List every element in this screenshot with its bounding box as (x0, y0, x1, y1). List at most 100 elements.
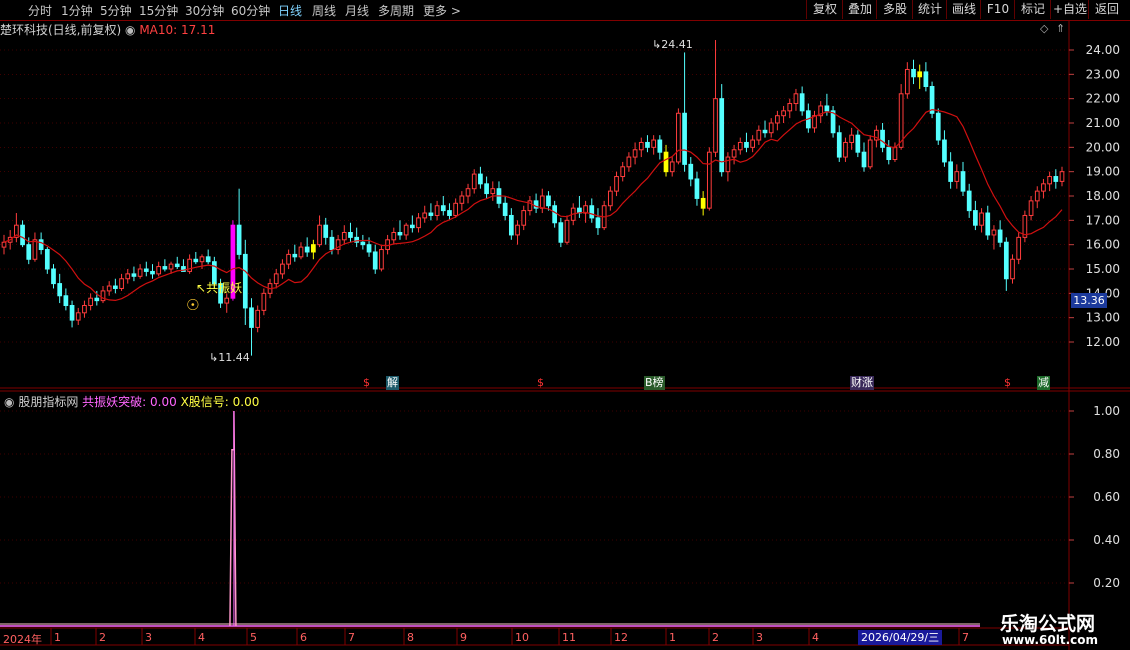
x-axis-month-label: 7 (962, 631, 969, 644)
x-axis-month-label: 3 (756, 631, 763, 644)
candle-body (1047, 176, 1052, 185)
candle-body (280, 263, 285, 275)
candle-body (162, 266, 168, 270)
candle-body (236, 224, 242, 255)
y-tick-label: 19.00 (1086, 165, 1120, 179)
y-tick-label: 0.80 (1093, 447, 1120, 461)
candle-body (960, 171, 966, 192)
candle-body (1028, 200, 1034, 216)
candle-body (311, 244, 316, 253)
candle-body (843, 141, 848, 158)
event-marker-dividend[interactable]: $ (537, 376, 544, 390)
low-price-value: 11.44 (218, 351, 250, 364)
candle-body (341, 232, 347, 241)
candle-body (824, 105, 830, 112)
candle-body (273, 273, 279, 285)
low-price-label: ↳11.44 (209, 351, 250, 364)
candle-body (286, 253, 291, 265)
x-axis-month-label: 8 (407, 631, 414, 644)
candle-body (255, 309, 261, 328)
candles (1, 40, 1065, 356)
event-marker-unlock[interactable]: 解 (386, 376, 399, 390)
x-axis-month-label: 4 (198, 631, 205, 644)
candle-body (125, 273, 131, 280)
x-axis-month-label: 5 (250, 631, 257, 644)
event-marker-rank[interactable]: B榜 (644, 376, 665, 390)
x-axis-year-label: 2024年 (3, 633, 42, 646)
kline-chart[interactable]: 24.0023.0022.0021.0020.0019.0018.0017.00… (0, 0, 1130, 650)
candle-body (156, 266, 162, 275)
y-tick-label: 17.00 (1086, 213, 1120, 227)
event-marker-dividend[interactable]: $ (1004, 376, 1011, 390)
candle-body (391, 232, 397, 241)
candle-body (737, 141, 743, 151)
candle-body (205, 256, 211, 263)
candle-body (478, 173, 483, 185)
candle-body (539, 195, 545, 209)
y-tick-label: 21.00 (1086, 116, 1120, 130)
candle-body (360, 241, 366, 246)
candle-body (886, 146, 892, 160)
indicator-lines (0, 410, 980, 627)
candle-body (923, 71, 929, 88)
candle-body (620, 166, 626, 178)
candle-body (632, 149, 638, 158)
candle-body (379, 249, 384, 270)
candle-body (1041, 183, 1046, 192)
candle-body (985, 212, 991, 236)
candle-body (948, 161, 953, 182)
candle-body (453, 202, 459, 216)
candle-body (143, 268, 149, 272)
candle-body (106, 285, 112, 292)
candle-body (521, 210, 527, 226)
candle-body (1034, 190, 1040, 202)
x-axis-month-label: 11 (562, 631, 576, 644)
candle-body (224, 297, 230, 304)
x-axis-month-label: 6 (300, 631, 307, 644)
watermark-url: www.60lt.com (1002, 633, 1099, 647)
candle-body (69, 305, 75, 321)
candle-body (836, 132, 842, 158)
candle-body (966, 190, 972, 212)
candle-body (849, 134, 854, 143)
candle-body (317, 224, 322, 246)
y-tick-label: 20.00 (1086, 140, 1120, 154)
candle-body (1003, 241, 1009, 280)
candle-body (558, 222, 564, 243)
candle-body (744, 141, 749, 148)
candle-body (935, 112, 941, 141)
candle-body (626, 156, 632, 168)
money-bag-icon[interactable]: ☉ (186, 296, 199, 314)
candle-body (51, 268, 56, 285)
candle-body (298, 246, 304, 258)
candle-body (595, 217, 601, 229)
candle-body (304, 246, 310, 253)
candle-body (762, 129, 768, 134)
candle-body (942, 139, 947, 163)
event-marker-finance[interactable]: 财涨 (850, 376, 874, 390)
x-axis-month-label: 4 (812, 631, 819, 644)
candle-body (242, 253, 248, 309)
event-marker-reduce[interactable]: 减 (1037, 376, 1050, 390)
high-price-label: ↳24.41 (652, 38, 693, 51)
event-marker-dividend[interactable]: $ (363, 376, 370, 390)
candle-body (428, 212, 434, 216)
candle-body (409, 224, 415, 229)
cursor-date-box: 2026/04/29/三 (858, 630, 943, 645)
candle-body (589, 205, 595, 219)
candle-body (459, 195, 465, 204)
candle-body (706, 151, 712, 209)
candle-body (911, 68, 916, 78)
candle-body (867, 139, 873, 168)
candle-body (725, 156, 731, 173)
candle-body (694, 178, 700, 199)
candle-body (750, 139, 755, 148)
candle-body (416, 217, 421, 229)
candle-body (82, 305, 87, 314)
candle-body (403, 224, 409, 236)
candle-body (892, 146, 898, 160)
candle-body (954, 171, 960, 182)
candle-body (904, 68, 910, 95)
candle-body (880, 129, 885, 148)
candle-body (713, 98, 718, 153)
